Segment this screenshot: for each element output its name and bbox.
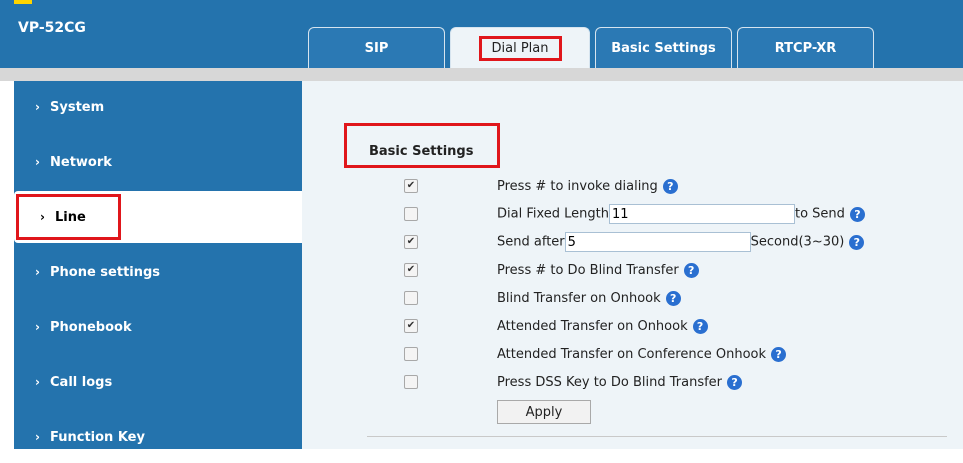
sidebar-item-system[interactable]: › System: [14, 81, 302, 133]
setting-row-blind-transfer: ✔ Press # to Do Blind Transfer?: [404, 260, 944, 280]
sidebar-item-call-logs[interactable]: › Call logs: [14, 356, 302, 408]
tab-label: Basic Settings: [611, 40, 716, 56]
setting-label: Press # to invoke dialing: [497, 178, 658, 194]
dial-fixed-length-input[interactable]: [609, 204, 795, 224]
chevron-right-icon: ›: [35, 155, 40, 169]
setting-suffix: to Send: [795, 206, 845, 222]
setting-label: Attended Transfer on Onhook: [497, 318, 688, 334]
setting-label-wrap: Attended Transfer on Onhook?: [497, 318, 708, 334]
setting-label: Blind Transfer on Onhook: [497, 290, 661, 306]
setting-label: Dial Fixed Length: [497, 206, 609, 222]
sidebar-item-label: Network: [50, 154, 112, 170]
sidebar-item-line[interactable]: › Line: [14, 191, 302, 243]
checkbox[interactable]: [404, 291, 418, 305]
send-after-input[interactable]: [564, 232, 751, 252]
help-icon[interactable]: ?: [849, 206, 865, 222]
sidebar: › System › Network › Line › Phone settin…: [14, 81, 302, 449]
setting-label: Send after: [497, 234, 565, 250]
setting-row-dss-blind-transfer: Press DSS Key to Do Blind Transfer?: [404, 372, 944, 392]
setting-row-invoke-dialing: ✔ Press # to invoke dialing?: [404, 176, 944, 196]
setting-suffix: Second(3~30): [750, 234, 845, 250]
chevron-right-icon: ›: [40, 210, 45, 224]
tab-dial-plan[interactable]: Dial Plan: [450, 27, 590, 68]
section-title: Basic Settings: [344, 123, 500, 168]
checkbox[interactable]: ✔: [404, 263, 418, 277]
device-model-title: VP-52CG: [18, 20, 86, 36]
chevron-right-icon: ›: [35, 375, 40, 389]
checkbox[interactable]: [404, 207, 418, 221]
apply-button[interactable]: Apply: [497, 400, 591, 424]
tab-label: Dial Plan: [478, 35, 562, 61]
help-icon[interactable]: ?: [771, 346, 787, 362]
tab-rtcp-xr[interactable]: RTCP-XR: [737, 27, 874, 68]
sidebar-item-label: Phone settings: [50, 264, 161, 280]
help-icon[interactable]: ?: [665, 290, 681, 306]
chevron-right-icon: ›: [35, 320, 40, 334]
sidebar-item-network[interactable]: › Network: [14, 136, 302, 188]
tab-basic-settings[interactable]: Basic Settings: [595, 27, 732, 68]
setting-label-wrap: Press # to invoke dialing?: [497, 178, 678, 194]
content-divider: [367, 436, 947, 437]
checkbox[interactable]: ✔: [404, 179, 418, 193]
chevron-right-icon: ›: [35, 430, 40, 444]
setting-row-attended-transfer-conference: Attended Transfer on Conference Onhook?: [404, 344, 944, 364]
sidebar-item-label: Phonebook: [50, 319, 132, 335]
help-icon[interactable]: ?: [692, 318, 708, 334]
checkbox[interactable]: [404, 347, 418, 361]
sidebar-item-label: Call logs: [50, 374, 113, 390]
checkbox[interactable]: ✔: [404, 319, 418, 333]
sidebar-item-function-key[interactable]: › Function Key: [14, 411, 302, 463]
setting-label-wrap: Dial Fixed Length to Send?: [497, 204, 865, 224]
sidebar-item-phone-settings[interactable]: › Phone settings: [14, 246, 302, 298]
setting-label-wrap: Attended Transfer on Conference Onhook?: [497, 346, 787, 362]
setting-label: Press DSS Key to Do Blind Transfer: [497, 374, 723, 390]
tab-label: RTCP-XR: [774, 40, 837, 56]
header-divider-strip: [0, 68, 963, 81]
help-icon[interactable]: ?: [662, 178, 678, 194]
setting-row-dial-fixed-length: Dial Fixed Length to Send?: [404, 204, 944, 224]
help-icon[interactable]: ?: [683, 262, 699, 278]
setting-label-wrap: Press DSS Key to Do Blind Transfer?: [497, 374, 743, 390]
brand-accent: [14, 0, 32, 4]
sidebar-item-highlight: › Line: [16, 194, 121, 240]
sidebar-item-phonebook[interactable]: › Phonebook: [14, 301, 302, 353]
tab-label: SIP: [364, 40, 389, 56]
sidebar-item-label: System: [50, 99, 105, 115]
chevron-right-icon: ›: [35, 265, 40, 279]
setting-label-wrap: Blind Transfer on Onhook?: [497, 290, 681, 306]
chevron-right-icon: ›: [35, 100, 40, 114]
setting-row-send-after: ✔ Send after Second(3~30)?: [404, 232, 944, 252]
sidebar-item-label: Line: [55, 209, 86, 225]
checkbox[interactable]: [404, 375, 418, 389]
help-icon[interactable]: ?: [849, 234, 865, 250]
setting-label-wrap: Press # to Do Blind Transfer?: [497, 262, 699, 278]
checkbox[interactable]: ✔: [404, 235, 418, 249]
setting-label: Press # to Do Blind Transfer: [497, 262, 679, 278]
setting-row-attended-transfer-onhook: ✔ Attended Transfer on Onhook?: [404, 316, 944, 336]
tab-sip[interactable]: SIP: [308, 27, 445, 68]
setting-row-blind-transfer-onhook: Blind Transfer on Onhook?: [404, 288, 944, 308]
setting-label-wrap: Send after Second(3~30)?: [497, 232, 865, 252]
help-icon[interactable]: ?: [727, 374, 743, 390]
setting-label: Attended Transfer on Conference Onhook: [497, 346, 767, 362]
sidebar-item-label: Function Key: [50, 429, 145, 445]
